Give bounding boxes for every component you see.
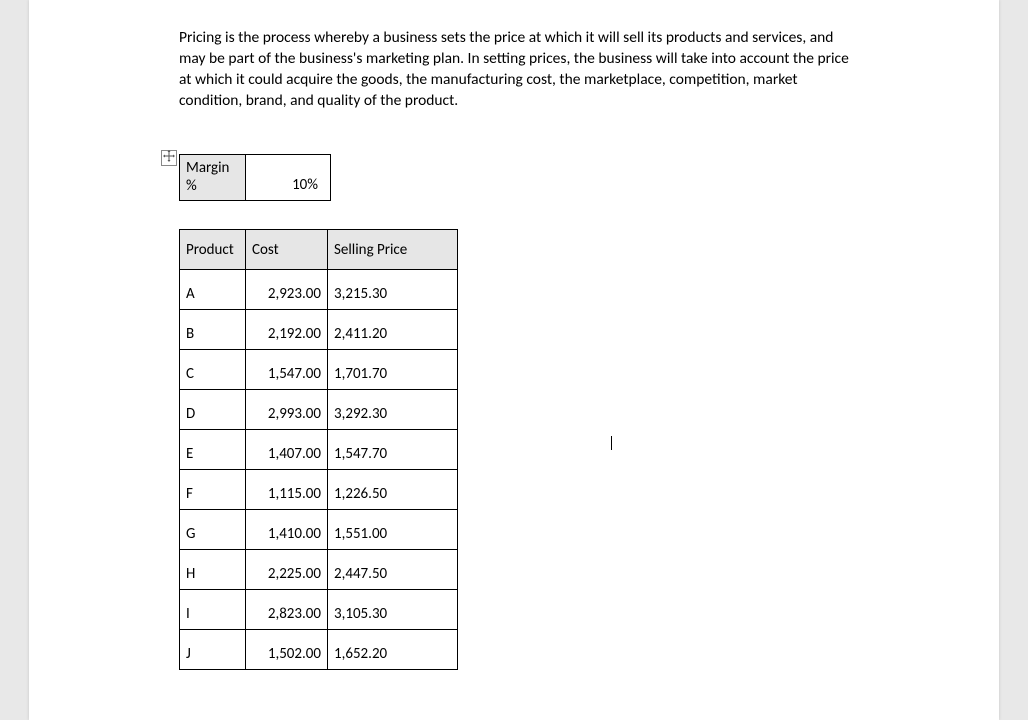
cell-price[interactable]: 1,701.70 (328, 350, 458, 390)
cell-price[interactable]: 3,215.30 (328, 270, 458, 310)
margin-row: Margin % 10% (180, 154, 331, 201)
table-row: C1,547.001,701.70 (180, 350, 458, 390)
table-row: I2,823.003,105.30 (180, 590, 458, 630)
table-row: H2,225.002,447.50 (180, 550, 458, 590)
cell-product[interactable]: D (180, 390, 246, 430)
margin-label-cell[interactable]: Margin % (180, 154, 246, 201)
cell-cost[interactable]: 1,115.00 (246, 470, 328, 510)
cell-cost[interactable]: 2,225.00 (246, 550, 328, 590)
table-row: E1,407.001,547.70 (180, 430, 458, 470)
margin-table[interactable]: Margin % 10% (179, 154, 331, 202)
margin-label-line2: % (186, 177, 197, 195)
pricing-table[interactable]: Product Cost Selling Price A2,923.003,21… (179, 229, 458, 670)
cell-cost[interactable]: 2,192.00 (246, 310, 328, 350)
cell-cost[interactable]: 1,410.00 (246, 510, 328, 550)
cell-price[interactable]: 1,551.00 (328, 510, 458, 550)
table-row: D2,993.003,292.30 (180, 390, 458, 430)
cell-product[interactable]: C (180, 350, 246, 390)
table-container: Margin % 10% Product Cost Selling Price … (179, 154, 849, 671)
move-icon (163, 149, 175, 167)
cell-cost[interactable]: 1,502.00 (246, 630, 328, 670)
table-move-handle[interactable] (161, 150, 177, 166)
table-row: J1,502.001,652.20 (180, 630, 458, 670)
cell-cost[interactable]: 1,547.00 (246, 350, 328, 390)
table-row: G1,410.001,551.00 (180, 510, 458, 550)
table-row: B2,192.002,411.20 (180, 310, 458, 350)
header-cost[interactable]: Cost (246, 230, 328, 270)
cell-cost[interactable]: 1,407.00 (246, 430, 328, 470)
cell-product[interactable]: B (180, 310, 246, 350)
cell-price[interactable]: 1,652.20 (328, 630, 458, 670)
cell-cost[interactable]: 2,923.00 (246, 270, 328, 310)
cell-cost[interactable]: 2,993.00 (246, 390, 328, 430)
table-row: F1,115.001,226.50 (180, 470, 458, 510)
cell-product[interactable]: G (180, 510, 246, 550)
cell-price[interactable]: 2,411.20 (328, 310, 458, 350)
cell-product[interactable]: E (180, 430, 246, 470)
text-cursor (611, 436, 612, 450)
cell-product[interactable]: I (180, 590, 246, 630)
cell-price[interactable]: 2,447.50 (328, 550, 458, 590)
margin-value: 10% (292, 176, 318, 194)
cell-cost[interactable]: 2,823.00 (246, 590, 328, 630)
cell-product[interactable]: J (180, 630, 246, 670)
margin-value-cell[interactable]: 10% (246, 154, 331, 201)
cell-price[interactable]: 3,292.30 (328, 390, 458, 430)
document-page: Pricing is the process whereby a busines… (29, 0, 999, 720)
margin-label-line1: Margin (186, 159, 229, 177)
cell-product[interactable]: H (180, 550, 246, 590)
table-row: A2,923.003,215.30 (180, 270, 458, 310)
cell-product[interactable]: F (180, 470, 246, 510)
cell-price[interactable]: 3,105.30 (328, 590, 458, 630)
header-product[interactable]: Product (180, 230, 246, 270)
intro-paragraph: Pricing is the process whereby a busines… (179, 28, 849, 112)
cell-product[interactable]: A (180, 270, 246, 310)
header-row: Product Cost Selling Price (180, 230, 458, 270)
cell-price[interactable]: 1,547.70 (328, 430, 458, 470)
cell-price[interactable]: 1,226.50 (328, 470, 458, 510)
header-price[interactable]: Selling Price (328, 230, 458, 270)
